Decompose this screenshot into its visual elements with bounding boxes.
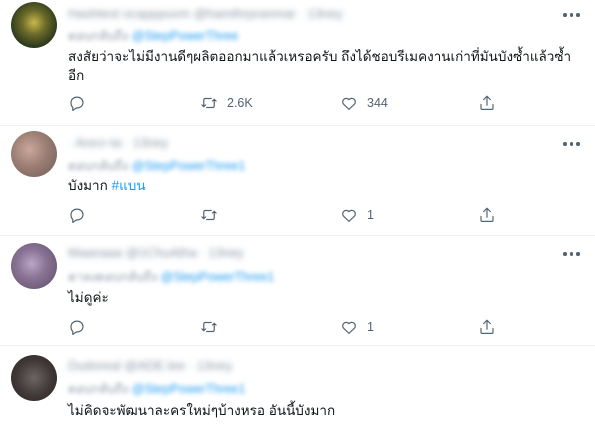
avatar[interactable] <box>11 355 57 401</box>
retweet-icon <box>201 97 217 109</box>
reply-icon <box>70 320 84 336</box>
like-button[interactable]: 344 <box>340 93 388 113</box>
reply-button[interactable] <box>68 317 95 337</box>
tweet-header: Maanaaa @1ChuAtha · 13ney <box>68 245 244 260</box>
like-button[interactable]: 1 <box>340 317 374 337</box>
avatar[interactable] <box>11 131 57 177</box>
tweet-header: Dudoreal @ADE.lee · 13ney <box>68 358 233 373</box>
retweet-button[interactable] <box>200 205 227 225</box>
tweet-actions: 1 <box>68 317 498 337</box>
hashtag-link[interactable]: #แบน <box>112 178 146 193</box>
like-button[interactable]: 1 <box>340 205 374 225</box>
more-icon[interactable] <box>563 252 581 258</box>
tweet-text: ไม่ดูค่ะ <box>68 290 109 305</box>
retweet-icon <box>201 321 217 333</box>
tweet[interactable]: Maanaaa @1ChuAtha · 13ney ตาลงตอบกลับถึง… <box>0 235 595 346</box>
tweet-header: Hashtest ocapppuvm @hamthrpranmar · 13ne… <box>68 6 343 21</box>
tweet-actions: 2.6K 344 <box>68 93 498 113</box>
tweet-text: ไม่คิดจะพัฒนาละครใหม่ๆบ้างหรอ อันนี้บังม… <box>68 403 336 418</box>
more-icon[interactable] <box>563 142 581 148</box>
heart-icon <box>342 209 356 222</box>
retweet-button[interactable] <box>200 317 227 337</box>
share-button[interactable] <box>478 93 496 113</box>
avatar[interactable] <box>11 243 57 289</box>
heart-icon <box>342 321 356 334</box>
tweet[interactable]: Dudoreal @ADE.lee · 13ney ตอบกลับถึง @St… <box>0 345 595 424</box>
reply-to-line: ตอบกลับถึง @StepPowerThree <box>68 29 239 43</box>
reply-icon <box>70 96 84 112</box>
reply-to-line: ตอบกลับถึง @StepPowerThree1 <box>68 382 246 396</box>
share-icon <box>480 319 494 334</box>
tweet-text: สงสัยว่าจะไม่มีงานดีๆผลิตออกมาแล้วเหรอคร… <box>68 49 572 83</box>
share-button[interactable] <box>478 205 496 225</box>
tweet-text: บังมาก #แบน <box>68 178 146 193</box>
reply-button[interactable] <box>68 205 95 225</box>
reply-button[interactable] <box>68 93 95 113</box>
more-icon[interactable] <box>563 13 581 19</box>
avatar[interactable] <box>11 2 57 48</box>
tweet-actions: 1 <box>68 205 498 225</box>
share-icon <box>480 207 494 222</box>
heart-icon <box>342 97 356 110</box>
tweet-header: · Arecr-ta · 13ney <box>68 135 169 150</box>
tweet[interactable]: Hashtest ocapppuvm @hamthrpranmar · 13ne… <box>0 0 595 126</box>
tweet[interactable]: · Arecr-ta · 13ney ตอบกลับถึง @StepPower… <box>0 125 595 236</box>
retweet-button[interactable]: 2.6K <box>200 93 253 113</box>
reply-to-line: ตอบกลับถึง @StepPowerThree1 <box>68 159 246 173</box>
share-button[interactable] <box>478 317 496 337</box>
share-icon <box>480 95 494 110</box>
retweet-icon <box>201 209 217 221</box>
reply-icon <box>70 208 84 224</box>
reply-to-line: ตาลงตอบกลับถึง @StepPowerThree1 <box>68 270 275 284</box>
